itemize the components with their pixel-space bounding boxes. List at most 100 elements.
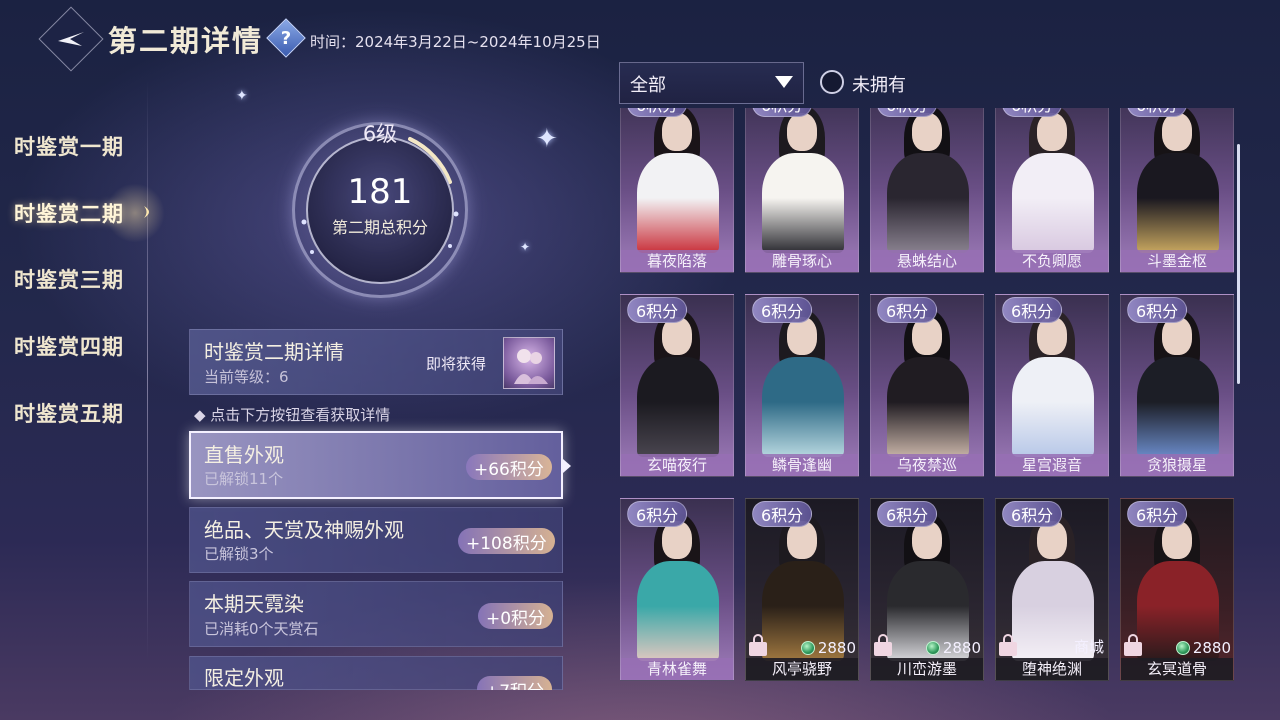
period-text: 时间：2024年3月22日~2024年10月25日 (310, 33, 601, 51)
page-title: 第二期详情 (108, 24, 264, 58)
points-badge: 6积分 (1127, 108, 1188, 117)
sidebar-item-period-2[interactable]: 时鉴赏二期 (14, 198, 124, 228)
jade-currency-icon (800, 641, 815, 655)
character-outfit (887, 357, 969, 457)
points-badge: 6积分 (1002, 108, 1063, 117)
points-badge: 6积分 (752, 108, 813, 117)
coming-reward-thumbnail[interactable] (503, 337, 555, 389)
detail-title: 时鉴赏二期详情 (204, 340, 344, 364)
outfit-name: 风亭骁野 (746, 658, 858, 680)
outfit-price: 2880 (925, 639, 981, 657)
unowned-radio[interactable] (820, 70, 844, 94)
category-points: +7积分 (477, 676, 553, 690)
shop-tag: 商城 (1073, 638, 1104, 656)
outfit-card[interactable]: 6积分 2880 玄冥道骨 (1120, 498, 1234, 681)
total-score-label: 第二期总积分 (331, 218, 428, 237)
filter-dropdown-value: 全部 (630, 75, 666, 96)
sidebar-item-period-5[interactable]: 时鉴赏五期 (14, 398, 124, 428)
outfit-name: 星宫遐音 (996, 454, 1108, 476)
category-sub: 已解锁3个 (204, 545, 274, 563)
points-badge: 6积分 (752, 297, 813, 323)
points-badge: 6积分 (627, 501, 688, 527)
outfit-name: 暮夜陷落 (621, 250, 733, 272)
character-face (662, 113, 692, 151)
character-outfit (887, 153, 969, 253)
outfit-card[interactable]: 6积分暮夜陷落 (620, 108, 734, 273)
outfit-card[interactable]: 6积分乌夜禁巡 (870, 294, 984, 477)
outfit-card[interactable]: 6积分 2880 风亭骁野 (745, 498, 859, 681)
outfit-card[interactable]: 6积分玄喵夜行 (620, 294, 734, 477)
points-badge: 6积分 (627, 297, 688, 323)
sparkle-icon: ✦ (536, 124, 558, 154)
selected-pointer-icon (563, 459, 571, 473)
outfit-card[interactable]: 6积分 2880 川峦游墨 (870, 498, 984, 681)
outfit-name: 雕骨琢心 (746, 250, 858, 272)
character-outfit (637, 153, 719, 253)
category-points: +66积分 (466, 454, 552, 480)
lock-icon (874, 634, 892, 656)
character-outfit (1137, 357, 1219, 457)
sparkle-icon: ✦ (520, 240, 531, 254)
lock-icon (999, 634, 1017, 656)
character-outfit (637, 357, 719, 457)
points-badge: 6积分 (1127, 297, 1188, 323)
price-value: 2880 (817, 639, 856, 657)
category-points: +108积分 (458, 528, 555, 554)
character-outfit (762, 357, 844, 457)
outfit-name: 乌夜禁巡 (871, 454, 983, 476)
character-outfit (1012, 357, 1094, 457)
sparkle-icon: ✦ (236, 88, 248, 104)
lock-icon (1124, 634, 1142, 656)
points-badge: 6积分 (1002, 501, 1063, 527)
unowned-radio-label[interactable]: 未拥有 (852, 71, 906, 97)
character-outfit (637, 561, 719, 661)
outfit-card[interactable]: 6积分斗墨金枢 (1120, 108, 1234, 273)
category-title: 直售外观 (204, 443, 284, 467)
points-badge: 6积分 (877, 501, 938, 527)
outfit-name: 贪狼摄星 (1121, 454, 1233, 476)
category-limited-clip: +7积分 (189, 656, 563, 690)
active-marker-icon (138, 196, 160, 228)
outfit-card[interactable]: 6积分鳞骨逢幽 (745, 294, 859, 477)
character-outfit (762, 153, 844, 253)
outfit-name: 鳞骨逢幽 (746, 454, 858, 476)
outfit-price: 2880 (800, 639, 856, 657)
character-outfit (1012, 153, 1094, 253)
outfit-grid[interactable]: 6积分暮夜陷落6积分雕骨琢心6积分悬蛛结心6积分不负卿愿6积分斗墨金枢6积分玄喵… (614, 108, 1240, 692)
price-value: 2880 (1192, 639, 1231, 657)
points-badge: 6积分 (877, 297, 938, 323)
outfit-name: 不负卿愿 (996, 250, 1108, 272)
outfit-name: 斗墨金枢 (1121, 250, 1233, 272)
jade-currency-icon (925, 641, 940, 655)
level-text: 6级 (362, 122, 398, 146)
points-badge: 6积分 (752, 501, 813, 527)
back-arrow-icon[interactable] (48, 16, 94, 62)
outfit-card[interactable]: 6积分商城堕神绝渊 (995, 498, 1109, 681)
outfit-card[interactable]: 6积分不负卿愿 (995, 108, 1109, 273)
sidebar-item-period-1[interactable]: 时鉴赏一期 (14, 131, 124, 161)
outfit-card[interactable]: 6积分星宫遐音 (995, 294, 1109, 477)
caret-down-icon[interactable] (775, 76, 793, 88)
outfit-card[interactable]: 6积分悬蛛结心 (870, 108, 984, 273)
sidebar-item-period-3[interactable]: 时鉴赏三期 (14, 264, 124, 294)
outfit-name: 玄喵夜行 (621, 454, 733, 476)
outfit-name: 悬蛛结心 (871, 250, 983, 272)
grid-scrollbar[interactable] (1237, 144, 1240, 384)
outfit-name: 玄冥道骨 (1121, 658, 1233, 680)
outfit-card[interactable]: 6积分青林雀舞 (620, 498, 734, 681)
sidebar-item-period-4[interactable]: 时鉴赏四期 (14, 331, 124, 361)
character-outfit (1137, 153, 1219, 253)
character-face (787, 113, 817, 151)
category-title: 绝品、天赏及神赐外观 (204, 518, 404, 542)
question-icon[interactable]: ? (272, 24, 300, 52)
outfit-name: 堕神绝渊 (996, 658, 1108, 680)
points-badge: 6积分 (877, 108, 938, 117)
points-badge: 6积分 (1002, 297, 1063, 323)
lock-icon (749, 634, 767, 656)
character-face (1037, 113, 1067, 151)
character-face (1162, 113, 1192, 151)
current-level: 当前等级：6 (204, 368, 289, 386)
outfit-name: 青林雀舞 (621, 658, 733, 680)
outfit-card[interactable]: 6积分贪狼摄星 (1120, 294, 1234, 477)
outfit-card[interactable]: 6积分雕骨琢心 (745, 108, 859, 273)
